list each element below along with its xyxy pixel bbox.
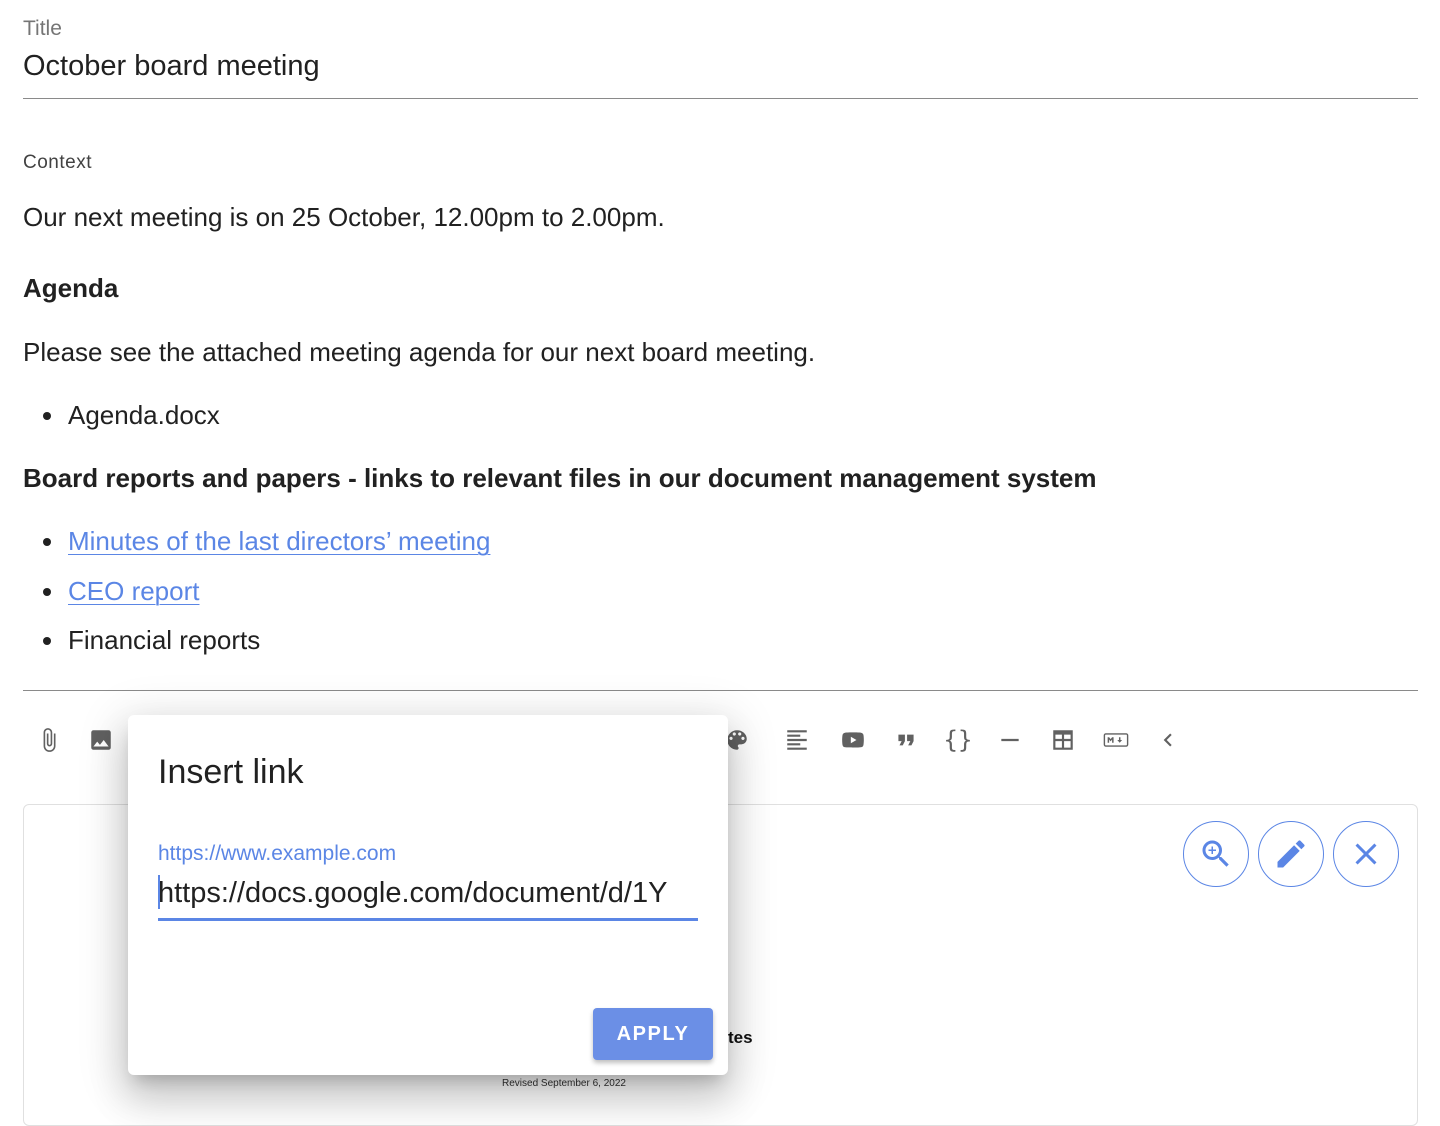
align-icon[interactable] <box>781 724 813 756</box>
quote-icon[interactable] <box>890 724 922 756</box>
chevron-left-icon[interactable] <box>1152 724 1184 756</box>
context-intro: Our next meeting is on 25 October, 12.00… <box>23 202 665 232</box>
horizontal-rule-icon[interactable] <box>994 724 1026 756</box>
bullet <box>43 637 51 645</box>
url-input-underline <box>158 918 698 921</box>
preview-revised-date: Revised September 6, 2022 <box>502 1078 626 1089</box>
edit-icon <box>1277 840 1305 868</box>
agenda-item: Agenda.docx <box>68 400 220 430</box>
remove-button[interactable] <box>1333 821 1399 887</box>
title-label: Title <box>23 17 62 40</box>
preview-text: tes <box>728 1028 753 1047</box>
text-cursor <box>158 875 160 909</box>
table-icon[interactable] <box>1047 724 1079 756</box>
code-braces-icon[interactable]: {} <box>942 724 974 756</box>
agenda-heading: Agenda <box>23 273 119 303</box>
insert-link-dialog: Insert link https://www.example.com APPL… <box>128 715 728 1075</box>
minutes-link[interactable]: Minutes of the last directors’ meeting <box>68 526 490 557</box>
attach-icon[interactable] <box>33 724 65 756</box>
close-icon <box>1355 843 1377 865</box>
bullet <box>43 412 51 420</box>
context-label: Context <box>23 152 92 173</box>
url-field-label: https://www.example.com <box>158 842 397 865</box>
financial-reports-item: Financial reports <box>68 625 261 655</box>
ceo-report-link[interactable]: CEO report <box>68 576 200 607</box>
youtube-icon[interactable] <box>837 724 869 756</box>
title-input[interactable]: October board meeting <box>23 50 320 83</box>
url-input[interactable] <box>158 872 698 914</box>
apply-button[interactable]: APPLY <box>593 1008 713 1060</box>
context-underline <box>23 690 1418 691</box>
markdown-icon[interactable] <box>1100 724 1132 756</box>
bullet <box>43 538 51 546</box>
bullet <box>43 588 51 596</box>
edit-button[interactable] <box>1258 821 1324 887</box>
title-underline <box>23 98 1418 99</box>
zoom-in-button[interactable] <box>1183 821 1249 887</box>
zoom-in-icon <box>1202 840 1229 867</box>
agenda-text: Please see the attached meeting agenda f… <box>23 337 816 367</box>
image-icon[interactable] <box>85 724 117 756</box>
reports-heading: Board reports and papers - links to rele… <box>23 463 1097 493</box>
dialog-title: Insert link <box>158 753 304 791</box>
